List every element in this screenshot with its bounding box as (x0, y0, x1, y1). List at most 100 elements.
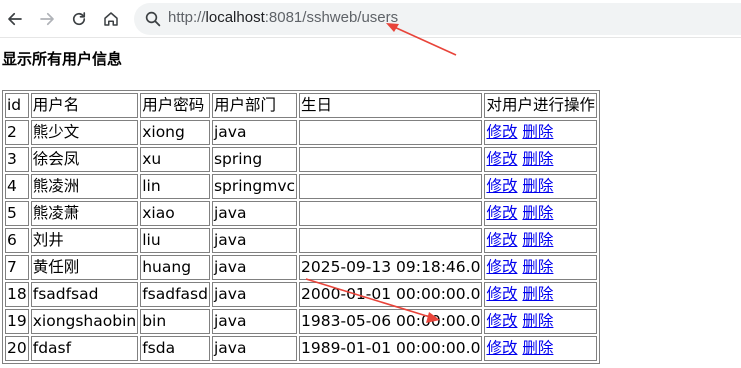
table-row: 19 xiongshaobin bin java 1983-05-06 00:00:00… (5, 309, 597, 334)
edit-link[interactable]: 修改 (486, 231, 517, 249)
cell-username: 熊少文 (30, 120, 139, 145)
cell-username: 熊凌洲 (30, 174, 139, 199)
reload-button[interactable] (68, 8, 90, 30)
cell-password: xiao (140, 201, 210, 226)
cell-birthday: 1989-01-01 00:00:00.0 (299, 336, 483, 361)
address-bar[interactable]: http://localhost:8081/sshweb/users (134, 3, 741, 35)
delete-link[interactable]: 删除 (522, 177, 553, 195)
edit-link[interactable]: 修改 (486, 204, 517, 222)
cell-birthday: 1983-05-06 00:00:00.0 (299, 309, 483, 334)
cell-username: 熊凌萧 (30, 201, 139, 226)
table-row: 2 熊少文 xiong java 修改 删除 (5, 120, 597, 145)
cell-id: 5 (5, 201, 29, 226)
delete-link[interactable]: 删除 (522, 285, 553, 303)
edit-link[interactable]: 修改 (486, 177, 517, 195)
cell-actions: 修改 删除 (484, 174, 597, 199)
cell-password: liu (140, 228, 210, 253)
delete-link[interactable]: 删除 (522, 123, 553, 141)
cell-birthday (299, 174, 483, 199)
browser-toolbar: http://localhost:8081/sshweb/users (0, 0, 741, 38)
cell-username: fdasf (30, 336, 139, 361)
edit-link[interactable]: 修改 (486, 150, 517, 168)
delete-link[interactable]: 删除 (522, 231, 553, 249)
edit-link[interactable]: 修改 (486, 339, 517, 357)
cell-id: 18 (5, 282, 29, 307)
edit-link[interactable]: 修改 (486, 312, 517, 330)
edit-link[interactable]: 修改 (486, 123, 517, 141)
delete-link[interactable]: 删除 (522, 258, 553, 276)
home-icon (104, 12, 118, 26)
table-row: 3 徐会凤 xu spring 修改 删除 (5, 147, 597, 172)
cell-password: lin (140, 174, 210, 199)
cell-department: java (211, 201, 298, 226)
cell-username: xiongshaobin (30, 309, 139, 334)
table-row: 6 刘井 liu java 修改 删除 (5, 228, 597, 253)
table-row: 20 fdasf fsda java 1989-01-01 00:00:00.0 修改 删… (5, 336, 597, 361)
cell-password: xiong (140, 120, 210, 145)
cell-department: java (211, 228, 298, 253)
cell-birthday: 2000-01-01 00:00:00.0 (299, 282, 483, 307)
home-button[interactable] (100, 8, 122, 30)
url-text[interactable]: http://localhost:8081/sshweb/users (168, 9, 398, 26)
page-title: 显示所有用户信息 (2, 50, 123, 68)
cell-username: 刘井 (30, 228, 139, 253)
delete-link[interactable]: 删除 (522, 204, 553, 222)
delete-link[interactable]: 删除 (522, 312, 553, 330)
edit-link[interactable]: 修改 (486, 258, 517, 276)
cell-actions: 修改 删除 (484, 255, 597, 280)
cell-birthday: 2025-09-13 09:18:46.0 (299, 255, 483, 280)
cell-id: 2 (5, 120, 29, 145)
header-id: id (5, 93, 29, 118)
forward-button[interactable] (36, 8, 58, 30)
cell-id: 3 (5, 147, 29, 172)
cell-id: 4 (5, 174, 29, 199)
delete-link[interactable]: 删除 (522, 339, 553, 357)
forward-arrow-icon (40, 12, 54, 26)
header-password: 用户密码 (140, 93, 210, 118)
cell-birthday (299, 147, 483, 172)
url-prefix: http:// (168, 9, 206, 26)
cell-department: spring (211, 147, 298, 172)
cell-actions: 修改 删除 (484, 282, 597, 307)
edit-link[interactable]: 修改 (486, 285, 517, 303)
cell-department: java (211, 336, 298, 361)
cell-department: java (211, 309, 298, 334)
search-icon (145, 11, 161, 27)
header-birthday: 生日 (299, 93, 483, 118)
cell-password: xu (140, 147, 210, 172)
cell-department: java (211, 255, 298, 280)
table-header-row: id 用户名 用户密码 用户部门 生日 对用户进行操作 (5, 93, 597, 118)
header-username: 用户名 (30, 93, 139, 118)
back-arrow-icon (8, 12, 22, 26)
cell-username: 黄任刚 (30, 255, 139, 280)
cell-id: 7 (5, 255, 29, 280)
url-path: :8081/sshweb/users (264, 9, 399, 26)
back-button[interactable] (4, 8, 26, 30)
cell-department: java (211, 282, 298, 307)
cell-actions: 修改 删除 (484, 147, 597, 172)
cell-birthday (299, 228, 483, 253)
cell-password: huang (140, 255, 210, 280)
cell-actions: 修改 删除 (484, 201, 597, 226)
delete-link[interactable]: 删除 (522, 150, 553, 168)
cell-actions: 修改 删除 (484, 309, 597, 334)
cell-id: 20 (5, 336, 29, 361)
cell-birthday (299, 120, 483, 145)
cell-department: springmvc (211, 174, 298, 199)
table-row: 5 熊凌萧 xiao java 修改 删除 (5, 201, 597, 226)
header-actions: 对用户进行操作 (484, 93, 597, 118)
cell-id: 6 (5, 228, 29, 253)
cell-username: fsadfsad (30, 282, 139, 307)
table-row: 4 熊凌洲 lin springmvc 修改 删除 (5, 174, 597, 199)
cell-actions: 修改 删除 (484, 120, 597, 145)
reload-icon (72, 12, 86, 26)
table-row: 7 黄任刚 huang java 2025-09-13 09:18:46.0 修改 删除 (5, 255, 597, 280)
cell-password: fsadfasd (140, 282, 210, 307)
cell-birthday (299, 201, 483, 226)
cell-password: fsda (140, 336, 210, 361)
cell-id: 19 (5, 309, 29, 334)
table-row: 18 fsadfsad fsadfasd java 2000-01-01 00:00:0… (5, 282, 597, 307)
cell-actions: 修改 删除 (484, 336, 597, 361)
cell-actions: 修改 删除 (484, 228, 597, 253)
cell-department: java (211, 120, 298, 145)
